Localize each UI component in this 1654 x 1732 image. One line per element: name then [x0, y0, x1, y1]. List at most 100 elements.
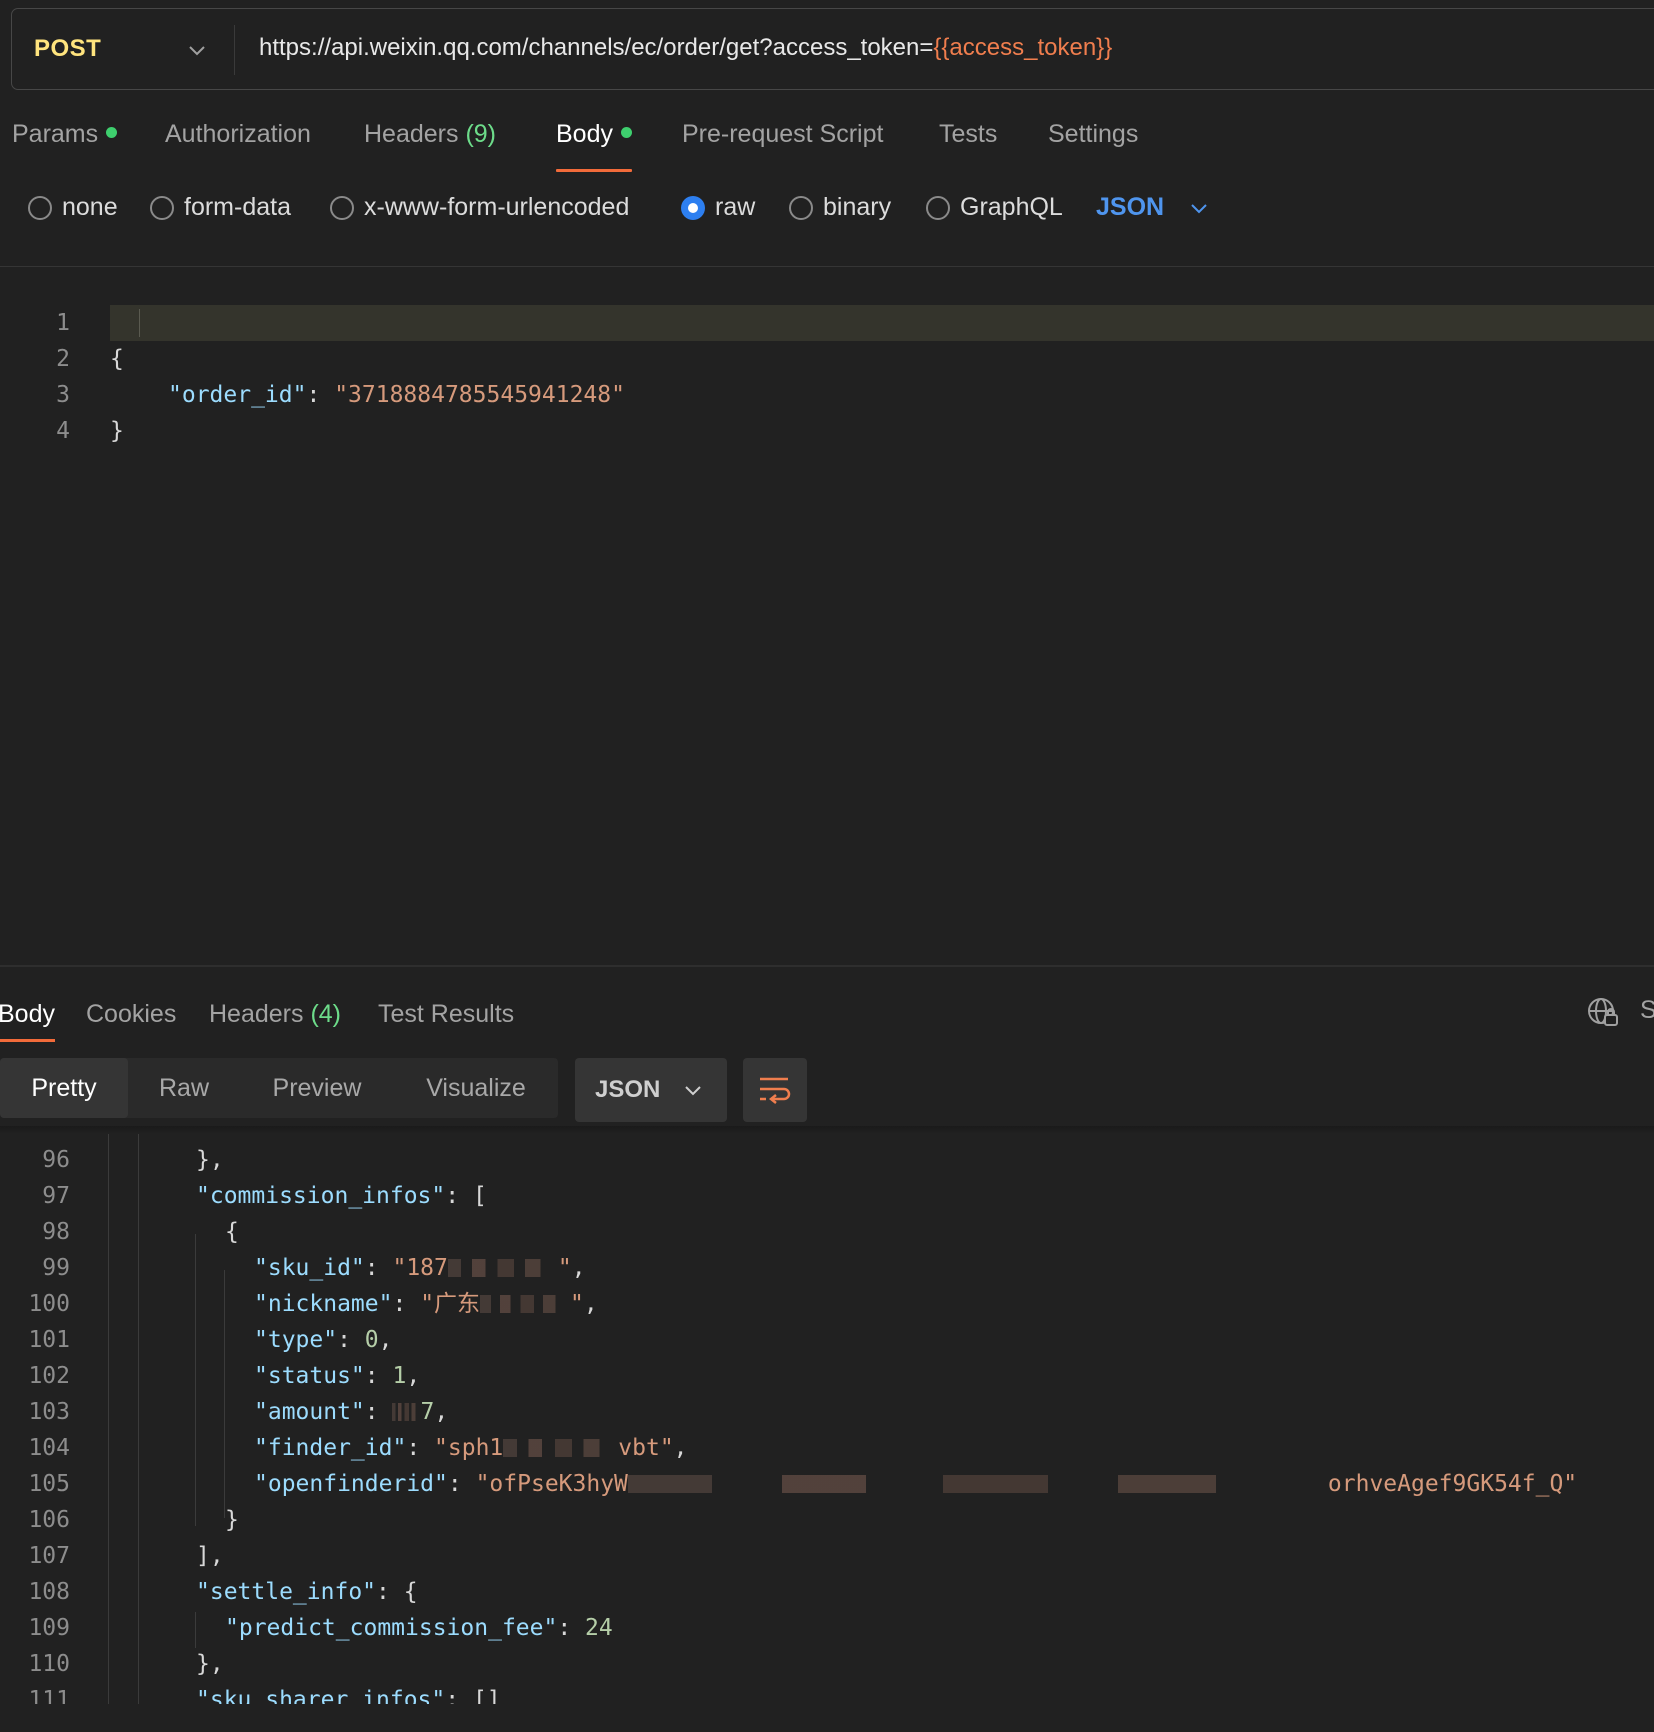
code-line: 96}, — [0, 1142, 1654, 1178]
line-number: 108 — [28, 1579, 70, 1605]
url-variable: {{access_token}} — [933, 34, 1113, 61]
tab-body[interactable]: Body — [556, 120, 632, 172]
view-raw-button[interactable]: Raw — [128, 1058, 240, 1118]
code-line: 3 } — [0, 341, 1654, 444]
code-line: 97 "commission_infos": [ — [0, 1178, 1654, 1214]
body-active-dot — [620, 127, 632, 138]
line-number: 107 — [28, 1543, 70, 1569]
json-punct: : — [337, 1327, 365, 1353]
line-number: 100 — [28, 1291, 70, 1317]
radio-binary[interactable]: binary — [789, 193, 891, 222]
tab-test-results-label: Test Results — [378, 1000, 515, 1028]
line-number: 98 — [42, 1219, 70, 1245]
json-punct: : [ — [445, 1183, 487, 1209]
tab-response-cookies[interactable]: Cookies — [86, 1000, 176, 1042]
chevron-down-icon[interactable] — [186, 39, 208, 61]
json-punct: , — [378, 1327, 393, 1353]
url-input[interactable]: https://api.weixin.qq.com/channels/ec/or… — [259, 34, 1112, 62]
json-key: "settle_info" — [196, 1579, 377, 1605]
tab-response-headers[interactable]: Headers (4) — [209, 1000, 341, 1042]
json-punct: : — [364, 1255, 393, 1281]
tab-tests[interactable]: Tests — [939, 120, 997, 172]
tab-headers[interactable]: Headers (9) — [364, 120, 496, 172]
body-format-select[interactable]: JSON — [1096, 193, 1210, 222]
request-url-bar: POST https://api.weixin.qq.com/channels/… — [11, 8, 1654, 90]
tab-cookies-label: Cookies — [86, 1000, 177, 1028]
line-number: 111 — [28, 1687, 70, 1704]
tab-authorization[interactable]: Authorization — [165, 120, 311, 172]
json-punct: , — [434, 1399, 449, 1425]
globe-lock-icon[interactable] — [1585, 994, 1621, 1030]
tab-response-body-label: Body — [0, 1000, 55, 1028]
line-number: 102 — [28, 1363, 70, 1389]
code-text: } — [225, 1507, 239, 1533]
response-format-label: JSON — [595, 1076, 661, 1103]
code-line: 4 — [0, 377, 1654, 444]
json-key: "amount" — [254, 1399, 365, 1425]
tab-settings[interactable]: Settings — [1048, 120, 1138, 172]
url-divider — [234, 25, 235, 75]
tab-settings-label: Settings — [1048, 120, 1139, 148]
response-headers-count: (4) — [310, 1000, 342, 1028]
json-punct: : — [557, 1615, 586, 1641]
redacted-block — [447, 1259, 558, 1277]
body-format-label: JSON — [1096, 193, 1165, 221]
json-value: " — [570, 1291, 584, 1317]
indent-guide — [139, 309, 140, 337]
radio-circle — [330, 195, 354, 220]
line-number: 99 — [42, 1255, 70, 1281]
radio-raw[interactable]: raw — [681, 193, 755, 222]
json-key: "nickname" — [254, 1291, 393, 1317]
radio-circle-checked — [681, 195, 705, 220]
line-number: 96 — [42, 1147, 70, 1173]
json-key: "finder_id" — [254, 1435, 407, 1461]
line-number: 105 — [28, 1471, 70, 1497]
tab-authorization-label: Authorization — [165, 120, 311, 148]
code-line: 1 { — [0, 269, 1654, 372]
json-value: orhveAgef9GK54f_Q" — [1327, 1471, 1578, 1497]
code-line: 2 "order_id": "3718884785545941248" — [0, 305, 1654, 408]
line-number: 97 — [42, 1183, 70, 1209]
response-format-select[interactable]: JSON — [575, 1058, 727, 1122]
wrap-lines-icon — [760, 1077, 791, 1104]
json-value: "ofPseK3hyW — [475, 1471, 628, 1497]
code-line: 108 "settle_info": { — [0, 1574, 1654, 1610]
radio-binary-label: binary — [823, 193, 892, 221]
wrap-lines-button[interactable] — [743, 1058, 807, 1122]
json-punct: , — [571, 1255, 586, 1281]
redacted-block — [503, 1439, 619, 1457]
code-line: 101 "type": 0, — [0, 1322, 1654, 1358]
radio-urlencoded[interactable]: x-www-form-urlencoded — [330, 193, 629, 222]
line-number: 4 — [56, 418, 70, 444]
code-text: }, — [196, 1147, 224, 1173]
code-text: { — [225, 1219, 239, 1245]
redacted-block — [392, 1403, 421, 1421]
radio-graphql[interactable]: GraphQL — [926, 193, 1063, 222]
divider — [0, 266, 1654, 267]
radio-form-data[interactable]: form-data — [150, 193, 291, 222]
view-preview-button[interactable]: Preview — [240, 1058, 394, 1118]
method-select[interactable]: POST — [34, 35, 101, 63]
view-visualize-button[interactable]: Visualize — [394, 1058, 558, 1118]
tab-pre-request-script[interactable]: Pre-request Script — [682, 120, 883, 172]
view-pretty-button[interactable]: Pretty — [0, 1058, 128, 1118]
radio-circle — [926, 195, 950, 220]
redacted-block — [480, 1295, 571, 1313]
json-value: "广东 — [420, 1291, 481, 1317]
radio-none-label: none — [62, 193, 118, 221]
tab-test-results[interactable]: Test Results — [378, 1000, 514, 1042]
json-value: 24 — [585, 1615, 613, 1641]
tab-params-label: Params — [12, 120, 99, 148]
tab-response-body[interactable]: Body — [0, 1000, 55, 1042]
code-line: 106} — [0, 1502, 1654, 1538]
radio-none[interactable]: none — [28, 193, 118, 222]
tab-params[interactable]: Params — [12, 120, 118, 172]
code-line: 105 "openfinderid": "ofPseK3hyW orhveAgef9… — [0, 1466, 1654, 1502]
line-number: 101 — [28, 1327, 70, 1353]
json-punct: : { — [376, 1579, 418, 1605]
code-line: 99 "sku_id": "187 ", — [0, 1250, 1654, 1286]
json-value: 1 — [392, 1363, 407, 1389]
pane-divider[interactable] — [0, 965, 1654, 967]
code-line: 107], — [0, 1538, 1654, 1574]
json-punct: : — [447, 1471, 476, 1497]
